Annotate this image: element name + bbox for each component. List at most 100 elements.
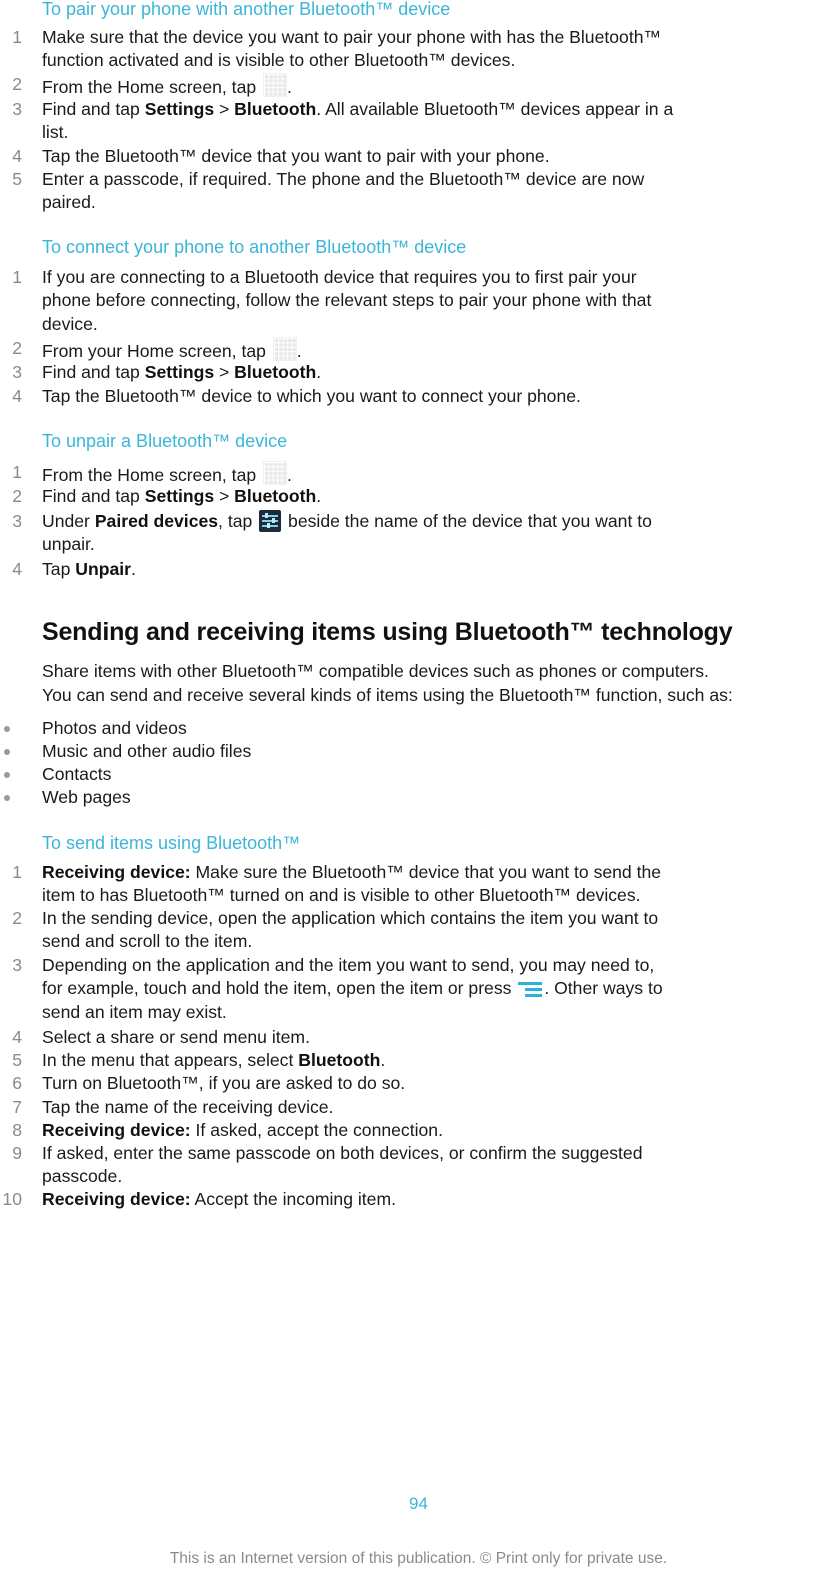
step-number: 1: [12, 27, 22, 47]
step-text: . All available Bluetooth™ devices appea…: [316, 99, 674, 119]
heading-unpair: To unpair a Bluetooth™ device: [42, 431, 288, 451]
step-text: beside the name of the device that you w…: [283, 511, 652, 531]
bullet-icon: [4, 772, 10, 778]
step-text: item to has Bluetooth™ turned on and is …: [42, 885, 641, 906]
step-number: 2: [12, 486, 22, 506]
step-text: phone before connecting, follow the rele…: [42, 290, 652, 311]
step-number: 5: [12, 1050, 22, 1070]
step-text: Under: [42, 511, 95, 531]
step-text: Select a share or send menu item.: [42, 1027, 310, 1047]
step-text: From the Home screen, tap: [42, 77, 262, 97]
step-text: In the sending device, open the applicat…: [42, 908, 659, 928]
settings-label: Settings: [144, 99, 215, 119]
step-text: If asked, enter the same passcode on bot…: [42, 1143, 643, 1163]
bullet-icon: [4, 795, 10, 801]
step-text: Accept the incoming item.: [190, 1189, 397, 1209]
bluetooth-label: Bluetooth: [234, 362, 317, 382]
step-text: unpair.: [42, 534, 95, 555]
bullet-icon: [4, 726, 10, 732]
step-number: 4: [12, 1027, 22, 1047]
device-settings-icon: [259, 510, 282, 532]
list-item-text: Contacts: [42, 764, 112, 784]
step-text: for example, touch and hold the item, op…: [42, 978, 517, 999]
apps-grid-icon: [263, 73, 288, 97]
step-text: , tap: [218, 511, 258, 531]
settings-label: Settings: [144, 362, 215, 382]
step-text: In the menu that appears, select: [42, 1050, 299, 1070]
step-text: send an item may exist.: [42, 1001, 227, 1022]
step-number: 4: [12, 146, 22, 166]
intro-line-1: Share items with other Bluetooth™ compat…: [42, 661, 709, 681]
step-text: Find and tap: [42, 486, 145, 506]
step-number: 2: [12, 338, 22, 358]
step-text: send and scroll to the item.: [42, 931, 253, 952]
heading-pair: To pair your phone with another Bluetoot…: [42, 0, 451, 19]
step-text: Find and tap: [42, 99, 145, 119]
apps-grid-icon: [263, 461, 288, 485]
step-number: 9: [12, 1143, 22, 1163]
step-number: 3: [12, 362, 22, 382]
step-text: passcode.: [42, 1166, 123, 1187]
step-number: 4: [12, 559, 22, 579]
step-text: Tap: [42, 559, 76, 579]
step-number: 7: [12, 1097, 22, 1117]
bluetooth-label: Bluetooth: [234, 486, 317, 506]
step-text: If you are connecting to a Bluetooth dev…: [42, 267, 637, 287]
step-number: 2: [12, 74, 22, 94]
step-number: 1: [12, 267, 22, 287]
step-text: Tap the name of the receiving device.: [42, 1097, 334, 1117]
list-item-text: Web pages: [42, 787, 131, 807]
paired-devices-label: Paired devices: [94, 511, 219, 531]
bluetooth-label: Bluetooth: [298, 1050, 381, 1070]
step-number: 1: [12, 862, 22, 882]
list-item-text: Photos and videos: [42, 718, 187, 738]
step-number: 10: [2, 1189, 22, 1209]
step-text: If asked, accept the connection.: [190, 1120, 443, 1140]
step-text: From the Home screen, tap: [42, 465, 262, 485]
separator: >: [214, 99, 235, 119]
step-text: .: [296, 341, 302, 361]
step-text: Tap the Bluetooth™ device that you want …: [42, 146, 550, 166]
step-text: From your Home screen, tap: [42, 341, 271, 361]
step-text: Make sure that the device you want to pa…: [42, 27, 662, 47]
intro-line-2: You can send and receive several kinds o…: [42, 685, 733, 705]
step-number: 6: [12, 1073, 22, 1093]
step-text: Make sure the Bluetooth™ device that you…: [190, 862, 662, 882]
section-heading: Sending and receiving items using Blueto…: [42, 618, 733, 646]
step-text: Turn on Bluetooth™, if you are asked to …: [42, 1073, 406, 1093]
separator: >: [214, 362, 235, 382]
step-text: .: [287, 77, 292, 97]
step-number: 3: [12, 99, 22, 119]
step-text: .: [316, 486, 322, 506]
step-text: device.: [42, 313, 98, 334]
receiving-device-label: Receiving device:: [42, 862, 191, 882]
step-text: .: [316, 362, 322, 382]
separator: >: [214, 486, 235, 506]
step-number: 3: [12, 511, 22, 531]
step-text: paired.: [42, 192, 96, 213]
settings-label: Settings: [144, 486, 215, 506]
step-number: 8: [12, 1120, 22, 1140]
apps-grid-icon: [272, 337, 297, 361]
receiving-device-label: Receiving device:: [42, 1189, 191, 1209]
heading-connect: To connect your phone to another Bluetoo…: [42, 237, 467, 257]
step-text: Find and tap: [42, 362, 145, 382]
unpair-label: Unpair: [75, 559, 131, 579]
bullet-icon: [4, 749, 10, 755]
step-text: Tap the Bluetooth™ device to which you w…: [42, 386, 581, 406]
step-number: 1: [12, 462, 22, 482]
step-text: . Other ways to: [544, 978, 663, 999]
step-text: function activated and is visible to oth…: [42, 50, 516, 71]
step-number: 3: [12, 955, 22, 975]
page-number: 94: [409, 1494, 428, 1513]
step-text: .: [287, 465, 292, 485]
bluetooth-label: Bluetooth: [234, 99, 317, 119]
step-text: .: [380, 1050, 386, 1070]
footer-notice: This is an Internet version of this publ…: [169, 1550, 668, 1567]
step-number: 2: [12, 908, 22, 928]
receiving-device-label: Receiving device:: [42, 1120, 191, 1140]
heading-send: To send items using Bluetooth™: [42, 833, 301, 853]
step-text: list.: [42, 122, 69, 143]
step-text: Enter a passcode, if required. The phone…: [42, 169, 645, 189]
step-number: 4: [12, 386, 22, 406]
